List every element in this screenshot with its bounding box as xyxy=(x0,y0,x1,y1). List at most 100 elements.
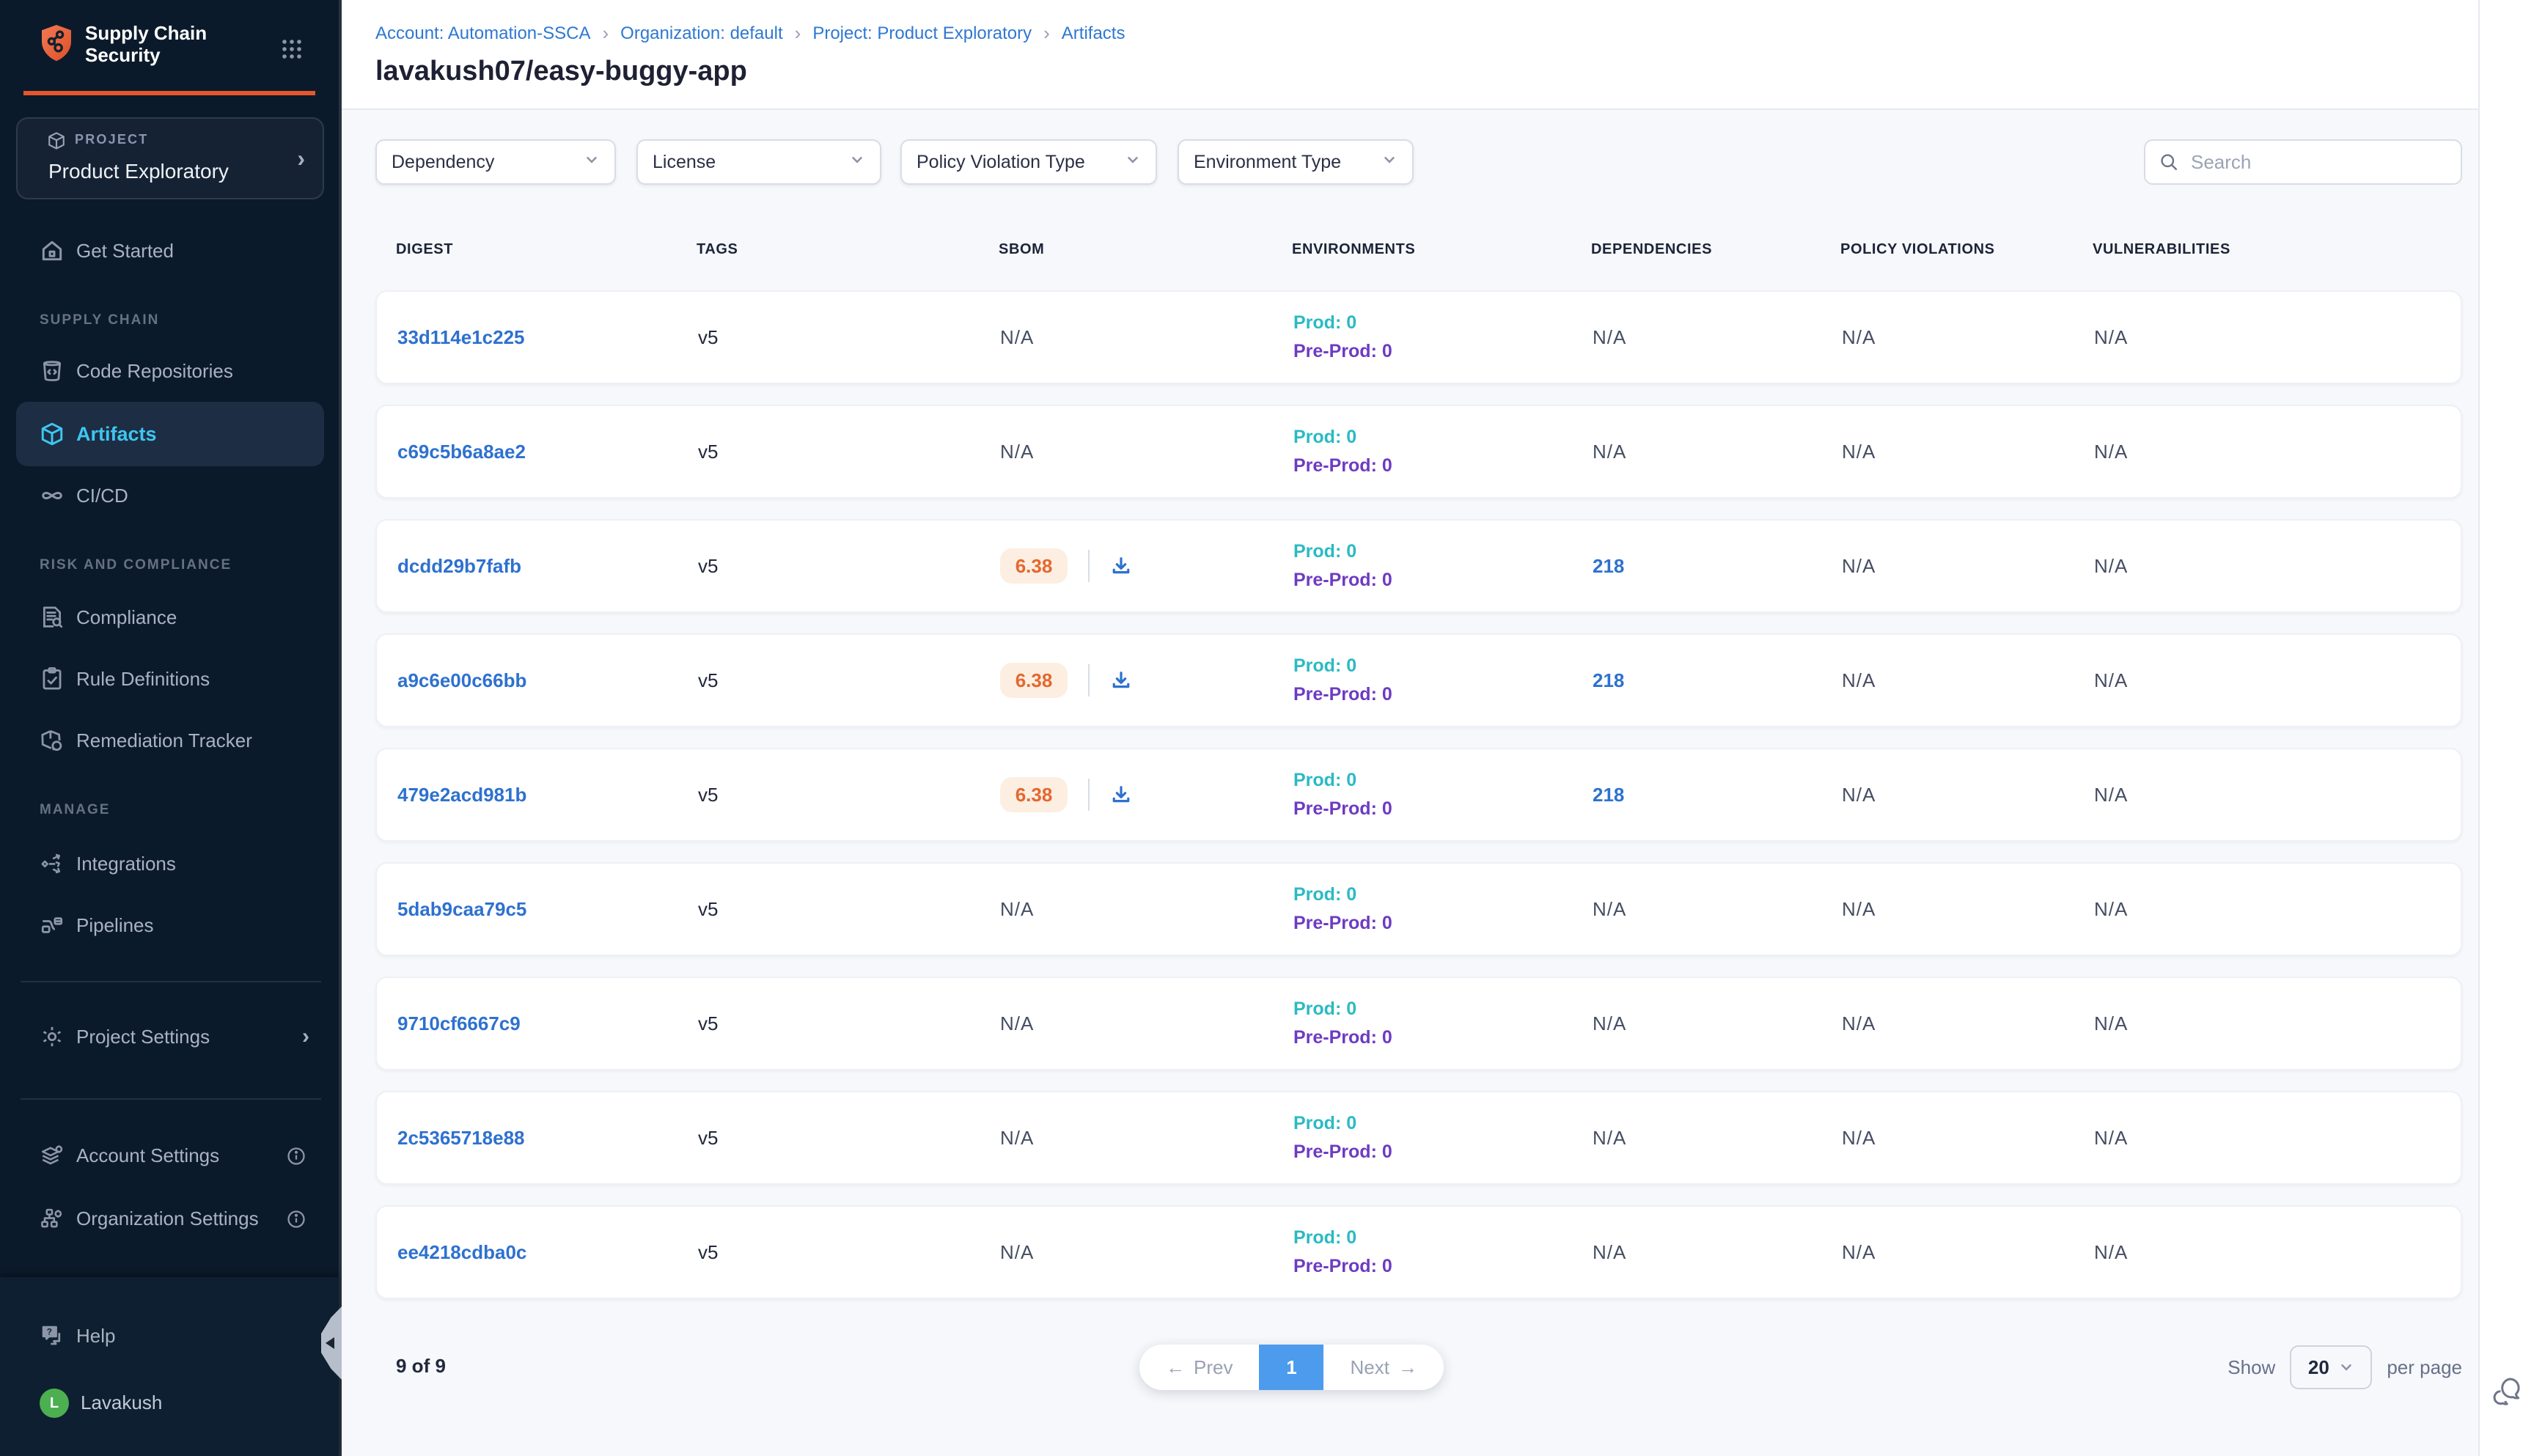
digest-link[interactable]: 5dab9caa79c5 xyxy=(397,898,526,920)
divider xyxy=(1088,664,1090,696)
tags-cell: v5 xyxy=(698,1241,1000,1264)
environments-prod: Prod: 0 xyxy=(1293,1227,1593,1249)
sidebar-item-organization-settings[interactable]: Organization Settings xyxy=(0,1196,342,1240)
sbom-download-button[interactable] xyxy=(1110,784,1132,806)
filter-dependency[interactable]: Dependency xyxy=(375,139,616,185)
column-header-environments: ENVIRONMENTS xyxy=(1292,241,1591,258)
layers-gear-icon xyxy=(40,1143,65,1168)
digest-link[interactable]: 2c5365718e88 xyxy=(397,1127,525,1149)
sbom-value: N/A xyxy=(1000,898,1034,921)
app-logo[interactable]: Supply Chain Security xyxy=(0,0,342,88)
main-content: Account: Automation-SSCA › Organization:… xyxy=(342,0,2478,1456)
digest-cell: dcdd29b7fafb xyxy=(397,555,698,578)
vulnerabilities-value: N/A xyxy=(2094,555,2128,577)
sidebar-item-cicd[interactable]: CI/CD xyxy=(0,474,342,518)
prev-page-button[interactable]: ← Prev xyxy=(1139,1345,1259,1390)
tag-value: v5 xyxy=(698,555,718,577)
sidebar-item-pipelines[interactable]: Pipelines xyxy=(0,903,342,947)
sbom-download-button[interactable] xyxy=(1110,555,1132,577)
environments-prod: Prod: 0 xyxy=(1293,655,1593,677)
chevron-right-icon: › xyxy=(297,145,305,172)
column-header-dependencies: DEPENDENCIES xyxy=(1591,241,1840,258)
tag-value: v5 xyxy=(698,669,718,691)
vulnerabilities-value: N/A xyxy=(2094,1127,2128,1149)
page-header: Account: Automation-SSCA › Organization:… xyxy=(342,0,2478,110)
pagination-summary: 9 of 9 xyxy=(396,1355,446,1378)
app-window: Supply Chain Security PROJECT Product Ex… xyxy=(0,0,2534,1456)
sidebar-item-rule-definitions[interactable]: Rule Definitions xyxy=(0,657,342,701)
environments-cell: Prod: 0Pre-Prod: 0 xyxy=(1293,541,1593,591)
infinity-icon xyxy=(40,483,65,508)
table-row: 9710cf6667c9v5N/AProd: 0Pre-Prod: 0N/AN/… xyxy=(375,977,2462,1070)
dependencies-cell: N/A xyxy=(1593,326,1842,349)
policy-violations-cell: N/A xyxy=(1842,669,2094,692)
sbom-cell: N/A xyxy=(1000,1241,1293,1264)
gear-icon xyxy=(40,1024,65,1049)
show-label: Show xyxy=(2228,1356,2275,1379)
breadcrumb: Account: Automation-SSCA › Organization:… xyxy=(375,22,1125,45)
sidebar-item-remediation-tracker[interactable]: Remediation Tracker xyxy=(0,718,342,762)
breadcrumb-project[interactable]: Project: Product Exploratory xyxy=(812,23,1032,44)
right-rail xyxy=(2478,0,2534,1456)
tags-cell: v5 xyxy=(698,441,1000,463)
brand-accent-bar xyxy=(23,91,315,95)
dependencies-link[interactable]: 218 xyxy=(1593,669,1624,691)
section-header-supply-chain: SUPPLY CHAIN xyxy=(40,312,159,328)
sidebar: Supply Chain Security PROJECT Product Ex… xyxy=(0,0,342,1456)
column-header-sbom: SBOM xyxy=(999,241,1292,258)
digest-link[interactable]: ee4218cdba0c xyxy=(397,1241,526,1263)
digest-link[interactable]: a9c6e00c66bb xyxy=(397,669,526,691)
sidebar-item-artifacts[interactable]: Artifacts xyxy=(16,402,324,466)
column-header-tags: TAGS xyxy=(697,241,999,258)
page-size-select[interactable]: 20 xyxy=(2290,1345,2372,1389)
sidebar-footer: ? Help L Lavakush xyxy=(0,1277,339,1456)
filter-policy-violation-type[interactable]: Policy Violation Type xyxy=(900,139,1157,185)
page-1-button[interactable]: 1 xyxy=(1259,1345,1323,1390)
artifacts-table: 33d114e1c225v5N/AProd: 0Pre-Prod: 0N/AN/… xyxy=(375,290,2462,1320)
feedback-chat-icon[interactable] xyxy=(2489,1372,2527,1416)
project-selector[interactable]: PROJECT Product Exploratory › xyxy=(16,117,324,199)
policy-violations-cell: N/A xyxy=(1842,898,2094,921)
sbom-score-badge: 6.38 xyxy=(1000,663,1068,698)
sidebar-item-account-settings[interactable]: Account Settings xyxy=(0,1133,342,1177)
sidebar-item-code-repositories[interactable]: Code Repositories xyxy=(0,349,342,393)
breadcrumb-artifacts[interactable]: Artifacts xyxy=(1062,23,1125,44)
dependencies-link[interactable]: 218 xyxy=(1593,784,1624,806)
page-size-group: Show 20 per page xyxy=(2228,1345,2462,1390)
chevron-down-icon xyxy=(1125,152,1141,173)
digest-link[interactable]: dcdd29b7fafb xyxy=(397,555,521,577)
sidebar-item-integrations[interactable]: Integrations xyxy=(0,842,342,886)
filter-license[interactable]: License xyxy=(636,139,881,185)
dependencies-value: N/A xyxy=(1593,1127,1626,1149)
info-icon[interactable] xyxy=(286,1208,306,1235)
digest-cell: 2c5365718e88 xyxy=(397,1127,698,1150)
section-header-manage: MANAGE xyxy=(40,802,110,818)
sbom-download-button[interactable] xyxy=(1110,669,1132,691)
sidebar-item-compliance[interactable]: Compliance xyxy=(0,595,342,639)
digest-link[interactable]: 9710cf6667c9 xyxy=(397,1012,521,1034)
next-page-button[interactable]: Next → xyxy=(1323,1345,1443,1390)
chevron-down-icon xyxy=(1381,152,1398,173)
policy-violations-cell: N/A xyxy=(1842,326,2094,349)
dependencies-value: N/A xyxy=(1593,898,1626,920)
tag-value: v5 xyxy=(698,1241,718,1263)
sidebar-item-help[interactable]: ? Help xyxy=(0,1314,342,1358)
policy-violations-cell: N/A xyxy=(1842,1012,2094,1035)
box-wrench-icon xyxy=(40,728,65,753)
dependencies-cell: N/A xyxy=(1593,1012,1842,1035)
app-switcher-grid-icon[interactable] xyxy=(282,38,302,65)
digest-link[interactable]: c69c5b6a8ae2 xyxy=(397,441,526,463)
filter-environment-type[interactable]: Environment Type xyxy=(1178,139,1414,185)
search-input[interactable] xyxy=(2191,151,2447,174)
breadcrumb-account[interactable]: Account: Automation-SSCA xyxy=(375,23,590,44)
user-menu[interactable]: L Lavakush xyxy=(0,1403,342,1447)
dependencies-link[interactable]: 218 xyxy=(1593,555,1624,577)
sidebar-item-project-settings[interactable]: Project Settings › xyxy=(0,1015,342,1059)
breadcrumb-organization[interactable]: Organization: default xyxy=(620,23,782,44)
digest-link[interactable]: 479e2acd981b xyxy=(397,784,526,806)
environments-prod: Prod: 0 xyxy=(1293,884,1593,905)
chevron-right-icon: › xyxy=(602,22,609,45)
sidebar-item-get-started[interactable]: Get Started xyxy=(0,229,342,273)
digest-link[interactable]: 33d114e1c225 xyxy=(397,326,525,348)
info-icon[interactable] xyxy=(286,1145,306,1172)
